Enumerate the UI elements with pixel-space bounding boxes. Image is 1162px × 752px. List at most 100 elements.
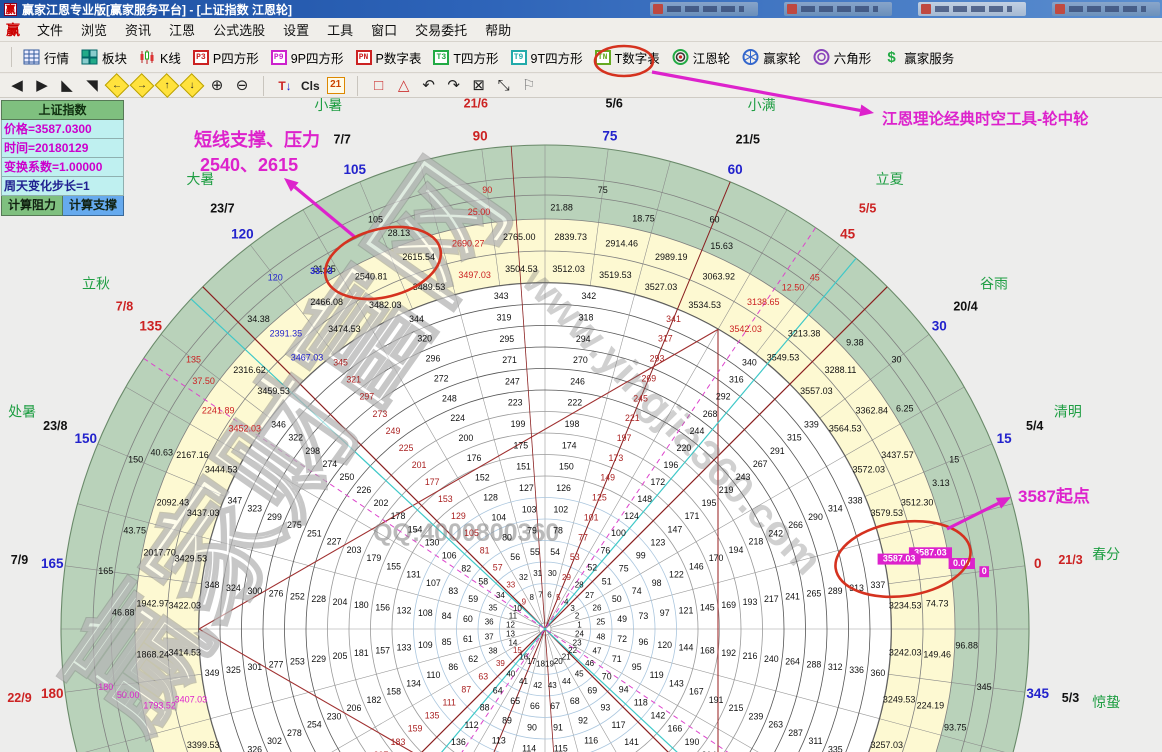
svg-text:25: 25 — [596, 618, 605, 627]
svg-text:大暑: 大暑 — [186, 171, 214, 187]
calc-resistance-button[interactable]: 计算阻力 — [1, 196, 63, 216]
rotate-right-icon[interactable]: ◥ — [83, 76, 101, 96]
triangle-tool-icon[interactable]: △ — [395, 76, 413, 96]
next-icon[interactable]: ▶ — [33, 76, 51, 96]
svg-text:111: 111 — [443, 698, 456, 708]
svg-text:5: 5 — [556, 593, 561, 602]
svg-text:250: 250 — [340, 472, 355, 482]
background-tab[interactable] — [918, 2, 1026, 16]
background-tab[interactable] — [1052, 2, 1160, 16]
menu-item-设置[interactable]: 设置 — [274, 21, 318, 40]
svg-text:158: 158 — [386, 687, 401, 697]
prev-icon[interactable]: ◀ — [8, 76, 26, 96]
svg-text:322: 322 — [288, 433, 303, 443]
menu-item-江恩[interactable]: 江恩 — [160, 21, 204, 40]
zoom-out-icon[interactable]: ⊖ — [233, 76, 251, 96]
gann-wheel-chart-area[interactable]: 赢家财富网www.yingjia360.comQQ:40008003600153… — [0, 98, 1162, 752]
svg-text:7/9: 7/9 — [11, 553, 28, 567]
toolbar-item-江恩轮[interactable]: 江恩轮 — [666, 46, 737, 69]
toolbar-item-赢家服务[interactable]: $赢家服务 — [877, 46, 960, 69]
arc-ccw-icon[interactable]: ↶ — [420, 76, 438, 96]
background-tab[interactable] — [650, 2, 758, 16]
toolbar-item-板块[interactable]: 板块 — [75, 46, 133, 69]
svg-text:15.63: 15.63 — [710, 241, 733, 251]
svg-text:335: 335 — [828, 744, 843, 752]
svg-text:3437.03: 3437.03 — [187, 508, 220, 518]
svg-text:37.50: 37.50 — [192, 376, 215, 386]
svg-text:168: 168 — [700, 645, 715, 655]
svg-text:36: 36 — [485, 618, 494, 627]
toolbar-item-K线[interactable]: K线 — [133, 46, 187, 69]
menu-item-工具[interactable]: 工具 — [318, 21, 362, 40]
menu-item-公式选股[interactable]: 公式选股 — [204, 21, 274, 40]
svg-text:9: 9 — [522, 597, 527, 606]
box-x-icon[interactable]: ⊠ — [470, 76, 488, 96]
toolbar-item-9T四方形[interactable]: T99T四方形 — [505, 46, 589, 69]
toolbar-item-P四方形[interactable]: P3P四方形 — [187, 46, 265, 69]
svg-text:341: 341 — [666, 314, 681, 324]
t-arrow-icon[interactable]: T↓ — [276, 76, 294, 96]
rotate-left-icon[interactable]: ◣ — [58, 76, 76, 96]
svg-text:6.25: 6.25 — [896, 404, 914, 414]
menu-item-帮助[interactable]: 帮助 — [476, 21, 520, 40]
pan-left-icon[interactable]: ← — [105, 73, 130, 98]
svg-text:52: 52 — [587, 562, 597, 572]
svg-text:175: 175 — [513, 440, 528, 450]
svg-text:182: 182 — [367, 695, 382, 705]
svg-text:86: 86 — [448, 662, 458, 672]
toolbar-item-9P四方形[interactable]: P99P四方形 — [265, 46, 350, 69]
resize-icon[interactable]: ⤡ — [495, 76, 513, 96]
calendar-icon[interactable]: 21 — [327, 77, 345, 94]
menu-item-交易委托[interactable]: 交易委托 — [406, 21, 476, 40]
toolbar-item-行情[interactable]: 行情 — [17, 46, 75, 69]
pan-down-icon[interactable]: ↓ — [180, 73, 205, 98]
menu-item-资讯[interactable]: 资讯 — [116, 21, 160, 40]
toolbar-item-T数字表[interactable]: TNT数字表 — [589, 46, 666, 69]
pan-up-icon[interactable]: ↑ — [155, 73, 180, 98]
svg-text:1868.24: 1868.24 — [137, 650, 170, 660]
svg-text:96.88: 96.88 — [955, 641, 978, 651]
svg-text:24: 24 — [575, 630, 584, 639]
gann-wheel[interactable]: 赢家财富网www.yingjia360.comQQ:40008003600153… — [0, 98, 1162, 752]
arc-cw-icon[interactable]: ↷ — [445, 76, 463, 96]
menu-app-icon: 赢 — [6, 20, 20, 40]
pan-right-icon[interactable]: → — [130, 73, 155, 98]
svg-text:3063.92: 3063.92 — [703, 272, 736, 282]
svg-text:224.19: 224.19 — [917, 701, 945, 711]
svg-text:201: 201 — [412, 460, 427, 470]
calc-support-button[interactable]: 计算支撑 — [63, 196, 124, 216]
toolbar-item-赢家轮[interactable]: 赢家轮 — [736, 46, 807, 69]
toolbar-item-T四方形[interactable]: T3T四方形 — [427, 46, 504, 69]
zoom-in-icon[interactable]: ⊕ — [208, 76, 226, 96]
svg-text:173: 173 — [609, 453, 624, 463]
menu-item-文件[interactable]: 文件 — [28, 21, 72, 40]
svg-text:25.00: 25.00 — [468, 207, 491, 217]
square-tool-icon[interactable]: □ — [370, 76, 388, 96]
svg-text:271: 271 — [502, 355, 517, 365]
toolbar-item-六角形[interactable]: 六角形 — [807, 46, 878, 69]
cls-button[interactable]: Cls — [301, 76, 320, 96]
svg-text:28: 28 — [575, 580, 584, 589]
background-tab[interactable] — [784, 2, 892, 16]
svg-text:324: 324 — [226, 583, 241, 593]
svg-text:177: 177 — [425, 477, 440, 487]
svg-text:179: 179 — [367, 553, 382, 563]
svg-text:121: 121 — [679, 605, 694, 615]
menu-item-窗口[interactable]: 窗口 — [362, 21, 406, 40]
svg-text:3414.53: 3414.53 — [169, 648, 202, 658]
svg-text:小暑: 小暑 — [314, 98, 342, 113]
svg-text:9.38: 9.38 — [846, 338, 864, 348]
svg-text:3362.84: 3362.84 — [856, 406, 889, 416]
svg-text:289: 289 — [828, 586, 843, 596]
toolbar-item-P数字表[interactable]: PNP数字表 — [350, 46, 428, 69]
svg-text:2690.27: 2690.27 — [452, 239, 485, 249]
PN-icon: PN — [356, 50, 372, 65]
svg-text:171: 171 — [685, 511, 700, 521]
svg-text:45: 45 — [810, 273, 820, 283]
menu-item-浏览[interactable]: 浏览 — [72, 21, 116, 40]
svg-text:105: 105 — [368, 215, 383, 225]
svg-text:3542.03: 3542.03 — [729, 324, 762, 334]
svg-text:75: 75 — [602, 128, 618, 143]
svg-text:3257.03: 3257.03 — [871, 740, 904, 750]
flag-icon[interactable]: ⚐ — [520, 76, 538, 96]
